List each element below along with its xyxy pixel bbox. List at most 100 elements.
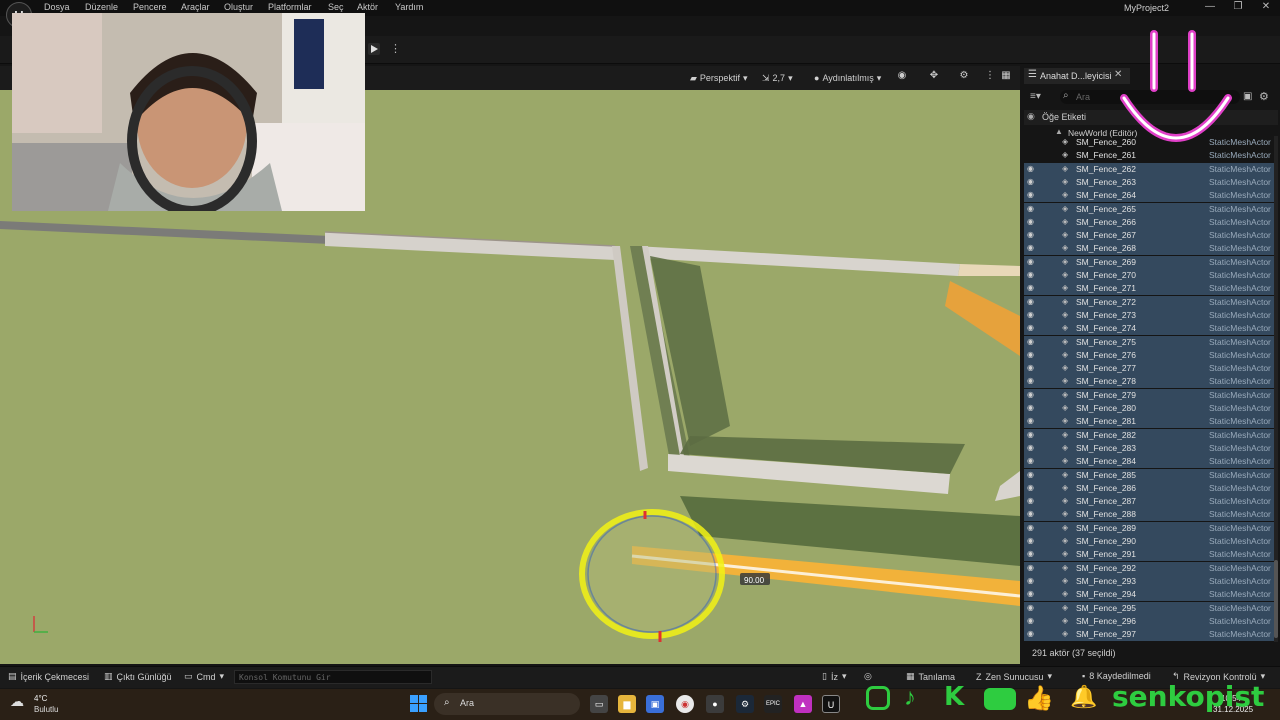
- visibility-eye-icon[interactable]: ◉: [1027, 509, 1034, 518]
- console-command-input[interactable]: Konsol Komutunu Gir: [234, 670, 432, 684]
- visibility-eye-icon[interactable]: ◉: [1027, 243, 1034, 252]
- outliner-row[interactable]: ◉ ◈ SM_Fence_293 StaticMeshActor: [1024, 574, 1274, 588]
- output-log-button[interactable]: ▥ Çıktı Günlüğü: [104, 671, 172, 682]
- outliner-row[interactable]: ◉ ◈ SM_Fence_297 StaticMeshActor: [1024, 628, 1274, 642]
- visibility-eye-icon[interactable]: ◉: [1027, 363, 1034, 372]
- outliner-row[interactable]: ◉ ◈ SM_Fence_294 StaticMeshActor: [1024, 588, 1274, 602]
- outliner-row[interactable]: ◉ ◈ SM_Fence_284 StaticMeshActor: [1024, 455, 1274, 469]
- outliner-row[interactable]: ◉ ◈ SM_Fence_292 StaticMeshActor: [1024, 561, 1274, 575]
- visibility-eye-icon[interactable]: ◉: [1027, 629, 1034, 638]
- visibility-eye-icon[interactable]: ◉: [1027, 270, 1034, 279]
- visibility-eye-icon[interactable]: ◉: [1027, 416, 1034, 425]
- visibility-eye-icon[interactable]: ◉: [1027, 310, 1034, 319]
- visibility-eye-icon[interactable]: ◉: [1027, 190, 1034, 199]
- visibility-eye-icon[interactable]: ◉: [1027, 323, 1034, 332]
- outliner-row[interactable]: ◉ ◈ SM_Fence_268 StaticMeshActor: [1024, 242, 1274, 256]
- visibility-eye-icon[interactable]: ◉: [1027, 177, 1034, 186]
- camera-speed-button[interactable]: ⇲ 2,7 ▾: [762, 71, 793, 85]
- outliner-settings-icon[interactable]: ⚙: [1259, 90, 1269, 103]
- outliner-row[interactable]: ◉ ◈ SM_Fence_265 StaticMeshActor: [1024, 202, 1274, 216]
- diagnostics-button[interactable]: ▦ Tanılama: [906, 671, 955, 682]
- visibility-eye-icon[interactable]: ◉: [1027, 470, 1034, 479]
- visibility-eye-icon[interactable]: ◉: [1027, 589, 1034, 598]
- visibility-eye-icon[interactable]: ◉: [1027, 217, 1034, 226]
- visibility-eye-icon[interactable]: ◉: [1027, 376, 1034, 385]
- outliner-row[interactable]: ◉ ◈ SM_Fence_289 StaticMeshActor: [1024, 521, 1274, 535]
- outliner-row[interactable]: ◉ ◈ SM_Fence_282 StaticMeshActor: [1024, 428, 1274, 442]
- github-icon[interactable]: ●: [706, 695, 724, 713]
- store-icon[interactable]: ▣: [646, 695, 664, 713]
- show-flags-icon[interactable]: ◉: [894, 70, 910, 86]
- close-icon[interactable]: ✕: [1256, 1, 1276, 15]
- visibility-eye-icon[interactable]: ◉: [1027, 164, 1034, 173]
- trace-button[interactable]: ▯ İz ▾: [822, 671, 847, 682]
- outliner-row[interactable]: ◉ ◈ SM_Fence_291 StaticMeshActor: [1024, 548, 1274, 562]
- visibility-eye-icon[interactable]: ◉: [1027, 230, 1034, 239]
- outliner-row[interactable]: ◉ ◈ SM_Fence_287 StaticMeshActor: [1024, 495, 1274, 509]
- play-icon[interactable]: [368, 43, 382, 57]
- outliner-row[interactable]: ◉ ◈ SM_Fence_277 StaticMeshActor: [1024, 362, 1274, 376]
- visibility-eye-icon[interactable]: ◉: [1027, 496, 1034, 505]
- outliner-row[interactable]: ◉ ◈ SM_Fence_290 StaticMeshActor: [1024, 535, 1274, 548]
- visibility-eye-icon[interactable]: ◉: [1027, 443, 1034, 452]
- file-explorer-icon[interactable]: ▆: [618, 695, 636, 713]
- outliner-row[interactable]: ◉ ◈ SM_Fence_279 StaticMeshActor: [1024, 388, 1274, 402]
- maximize-icon[interactable]: ❐: [1228, 1, 1248, 15]
- filter-icon[interactable]: ≡▾: [1030, 91, 1041, 102]
- visibility-eye-icon[interactable]: ◉: [1027, 390, 1034, 399]
- outliner-row[interactable]: ◉ ◈ SM_Fence_269 StaticMeshActor: [1024, 255, 1274, 269]
- cloudy-weather-icon[interactable]: ☁: [10, 693, 24, 710]
- visibility-eye-icon[interactable]: ◉: [1027, 616, 1034, 625]
- content-drawer-button[interactable]: ▤ İçerik Çekmecesi: [8, 671, 89, 682]
- outliner-row[interactable]: ◉ ◈ SM_Fence_274 StaticMeshActor: [1024, 322, 1274, 336]
- chrome-icon[interactable]: ◉: [676, 695, 694, 713]
- zen-server-button[interactable]: Z Zen Sunucusu ▾: [976, 671, 1052, 682]
- outliner-row[interactable]: ◉ ◈ SM_Fence_270 StaticMeshActor: [1024, 269, 1274, 282]
- lighting-mode-button[interactable]: ● Aydınlatılmış ▾: [814, 71, 881, 85]
- menu-tools[interactable]: Araçlar: [181, 2, 210, 12]
- steam-icon[interactable]: ⚙: [736, 695, 754, 713]
- visibility-eye-icon[interactable]: ◉: [1027, 337, 1034, 346]
- visibility-eye-icon[interactable]: ◉: [1027, 603, 1034, 612]
- menu-actor[interactable]: Aktör: [357, 2, 378, 12]
- more-options-icon[interactable]: ⋮: [982, 70, 998, 86]
- outliner-row[interactable]: ◉ ◈ SM_Fence_267 StaticMeshActor: [1024, 229, 1274, 243]
- outliner-row[interactable]: ◉ ◈ SM_Fence_264 StaticMeshActor: [1024, 189, 1274, 203]
- add-folder-icon[interactable]: ▣: [1243, 91, 1252, 102]
- visibility-eye-icon[interactable]: ◉: [1027, 523, 1034, 532]
- menu-edit[interactable]: Düzenle: [85, 2, 118, 12]
- menu-create[interactable]: Oluştur: [224, 2, 253, 12]
- outliner-row[interactable]: ◉ ◈ SM_Fence_275 StaticMeshActor: [1024, 335, 1274, 349]
- settings-gear-icon[interactable]: ⚙: [956, 70, 972, 86]
- visibility-eye-icon[interactable]: ◉: [1027, 576, 1034, 585]
- visibility-eye-icon[interactable]: ◉: [1027, 350, 1034, 359]
- menu-select[interactable]: Seç: [328, 2, 344, 12]
- outliner-row[interactable]: ◉ ◈ SM_Fence_295 StaticMeshActor: [1024, 601, 1274, 615]
- outliner-row[interactable]: ◉ ◈ SM_Fence_271 StaticMeshActor: [1024, 282, 1274, 296]
- outliner-row[interactable]: ◉ ◈ SM_Fence_286 StaticMeshActor: [1024, 481, 1274, 495]
- visibility-eye-icon[interactable]: ◉: [1027, 549, 1034, 558]
- windows-start-icon[interactable]: [410, 695, 428, 713]
- menu-window[interactable]: Pencere: [133, 2, 167, 12]
- record-icon[interactable]: ◎: [864, 671, 872, 682]
- outliner-row[interactable]: ◉ ◈ SM_Fence_276 StaticMeshActor: [1024, 348, 1274, 362]
- taskbar-search-input[interactable]: Ara: [434, 693, 580, 715]
- visibility-eye-icon[interactable]: ◉: [1027, 536, 1034, 545]
- outliner-row[interactable]: ◉ ◈ SM_Fence_266 StaticMeshActor: [1024, 215, 1274, 229]
- transform-tools-icon[interactable]: ✥: [926, 70, 942, 86]
- unreal-taskbar-icon[interactable]: U: [822, 695, 840, 713]
- outliner-row[interactable]: ◉ ◈ SM_Fence_262 StaticMeshActor: [1024, 162, 1274, 176]
- outliner-row[interactable]: ◉ ◈ SM_Fence_278 StaticMeshActor: [1024, 375, 1274, 389]
- visibility-eye-icon[interactable]: ◉: [1027, 283, 1034, 292]
- minimize-icon[interactable]: —: [1200, 1, 1220, 15]
- menu-platforms[interactable]: Platformlar: [268, 2, 312, 12]
- app-icon[interactable]: ▲: [794, 695, 812, 713]
- outliner-row[interactable]: ◉ ◈ SM_Fence_288 StaticMeshActor: [1024, 508, 1274, 522]
- outliner-row[interactable]: ◉ ◈ SM_Fence_285 StaticMeshActor: [1024, 468, 1274, 482]
- menu-file[interactable]: Dosya: [44, 2, 70, 12]
- outliner-row[interactable]: ◉ ◈ SM_Fence_263 StaticMeshActor: [1024, 175, 1274, 189]
- visibility-eye-icon[interactable]: ◉: [1027, 483, 1034, 492]
- visibility-eye-icon[interactable]: ◉: [1027, 563, 1034, 572]
- outliner-row[interactable]: ◉ ◈ SM_Fence_296 StaticMeshActor: [1024, 614, 1274, 628]
- visibility-eye-icon[interactable]: ◉: [1027, 456, 1034, 465]
